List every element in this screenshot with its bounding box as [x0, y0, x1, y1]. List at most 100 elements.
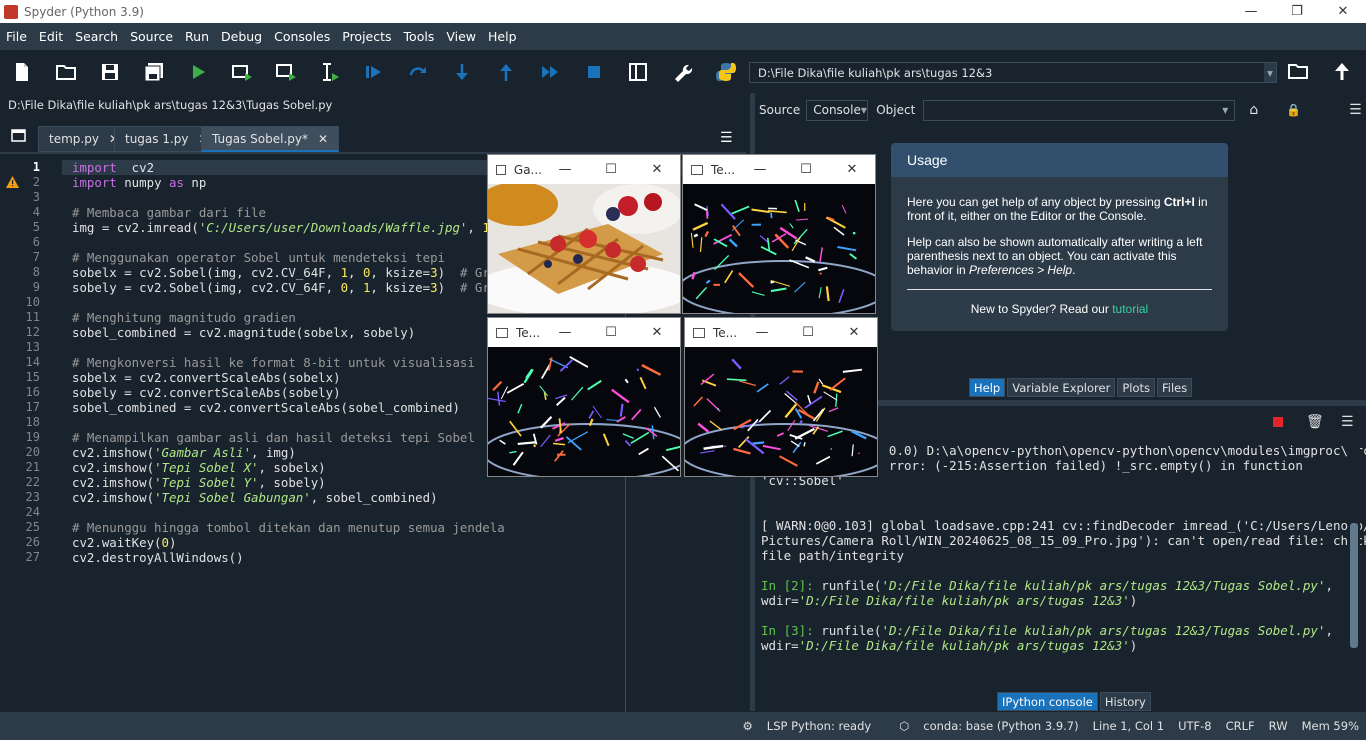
run-cell-button[interactable]	[220, 55, 264, 89]
menu-projects[interactable]: Projects	[336, 29, 397, 44]
console-token: In [2]:	[761, 578, 822, 593]
code-token: ,	[467, 220, 483, 235]
maximize-pane-button[interactable]	[616, 55, 660, 89]
menu-source[interactable]: Source	[124, 29, 179, 44]
home-icon[interactable]: ⌂	[1249, 102, 1258, 118]
maximize-icon[interactable]: ☐	[785, 325, 831, 340]
preferences-button[interactable]	[660, 55, 704, 89]
continue-button[interactable]	[528, 55, 572, 89]
stop-debug-button[interactable]	[572, 55, 616, 89]
tab-plots[interactable]: Plots	[1117, 378, 1155, 397]
editor-tab-bar: temp.py✕ tugas 1.py✕ Tugas Sobel.py*✕ ☰	[0, 124, 746, 154]
cv-window-titlebar[interactable]: Te... — ☐ ✕	[685, 318, 877, 347]
minimize-icon[interactable]: —	[542, 162, 588, 177]
code-token: )	[437, 280, 460, 295]
editor-options-menu-icon[interactable]: ☰	[720, 130, 733, 146]
close-icon[interactable]: ✕	[634, 325, 680, 340]
scrollbar-thumb[interactable]	[1350, 523, 1358, 648]
conda-status[interactable]: conda: base (Python 3.9.7)	[916, 719, 1085, 733]
parent-directory-button[interactable]	[1331, 60, 1357, 86]
object-combo[interactable]: ▾	[923, 99, 1236, 121]
trash-icon[interactable]: 🗑	[1306, 414, 1324, 430]
tab-tugas-sobel-py[interactable]: Tugas Sobel.py* ✕	[201, 126, 340, 152]
code-token: , ksize=	[370, 265, 431, 280]
folder-icon	[1288, 64, 1308, 79]
code-line: cv2.destroyAllWindows()	[72, 550, 244, 565]
tab-variable-explorer[interactable]: Variable Explorer	[1007, 378, 1116, 397]
working-directory-combo[interactable]: D:\File Dika\file kuliah\pk ars\tugas 12…	[749, 62, 1277, 83]
object-label: Object	[876, 103, 916, 117]
code-line: cv2.imshow('Tepi Sobel X', sobelx)	[72, 460, 326, 475]
save-all-icon	[144, 63, 163, 82]
menu-view[interactable]: View	[440, 29, 482, 44]
tab-files[interactable]: Files	[1157, 378, 1193, 397]
minimize-button[interactable]: —	[1228, 0, 1274, 23]
menu-help[interactable]: Help	[482, 29, 523, 44]
close-button[interactable]: ✕	[1320, 0, 1366, 23]
browse-tabs-button[interactable]	[10, 128, 28, 144]
debug-button[interactable]	[352, 55, 396, 89]
open-file-button[interactable]	[44, 55, 88, 89]
maximize-icon[interactable]: ☐	[588, 162, 634, 177]
code-token: # Menampilkan gambar asli dan hasil dete…	[72, 430, 475, 445]
browse-directory-button[interactable]	[1287, 60, 1313, 86]
help-pane-tabs: Help Variable Explorer Plots Files	[969, 378, 1193, 397]
debug-next-button[interactable]	[396, 55, 440, 89]
step-into-button[interactable]	[440, 55, 484, 89]
close-icon[interactable]: ✕	[318, 132, 328, 146]
cv-window-sobel-combined[interactable]: Te... — ☐ ✕	[684, 317, 878, 477]
code-token: cv2.imshow(	[72, 475, 155, 490]
code-token: sobely = cv2.Sobel(img, cv2.CV_64F,	[72, 280, 341, 295]
tab-history[interactable]: History	[1099, 692, 1151, 711]
lsp-status[interactable]: LSP Python: ready	[760, 719, 878, 733]
line-number: 1	[32, 160, 40, 174]
code-line: import cv2	[72, 160, 154, 175]
code-token: )	[437, 265, 460, 280]
maximize-icon[interactable]: ☐	[783, 162, 829, 177]
pythonpath-button[interactable]	[704, 55, 748, 89]
close-icon[interactable]: ✕	[634, 162, 680, 177]
console-token: )	[1129, 593, 1138, 608]
maximize-icon[interactable]: ☐	[588, 325, 634, 340]
console-scrollbar[interactable]	[1348, 443, 1360, 689]
menu-file[interactable]: File	[0, 29, 33, 44]
source-combo[interactable]: Console ▾	[806, 99, 869, 121]
restore-button[interactable]: ❐	[1274, 0, 1320, 23]
close-icon[interactable]: ✕	[829, 162, 875, 177]
new-file-button[interactable]	[0, 55, 44, 89]
tutorial-link[interactable]: tutorial	[1112, 302, 1148, 316]
menu-consoles[interactable]: Consoles	[268, 29, 336, 44]
console-options-menu-icon[interactable]: ☰	[1341, 414, 1354, 430]
minimize-icon[interactable]: —	[542, 325, 588, 340]
cv-window-title: Te...	[713, 325, 738, 340]
minimize-icon[interactable]: —	[739, 325, 785, 340]
cv-window-original[interactable]: Ga... — ☐ ✕	[487, 154, 681, 314]
cv-window-sobel-x[interactable]: Te... — ☐ ✕	[682, 154, 876, 314]
run-selection-button[interactable]	[308, 55, 352, 89]
run-cell-advance-button[interactable]	[264, 55, 308, 89]
close-icon[interactable]: ✕	[831, 325, 877, 340]
cv-window-sobel-y[interactable]: Te... — ☐ ✕	[487, 317, 681, 477]
cv-window-titlebar[interactable]: Te... — ☐ ✕	[488, 318, 680, 347]
save-all-button[interactable]	[132, 55, 176, 89]
menu-debug[interactable]: Debug	[215, 29, 268, 44]
menu-edit[interactable]: Edit	[33, 29, 69, 44]
stop-kernel-icon[interactable]	[1273, 417, 1283, 427]
ipython-console-output[interactable]: 0.0) D:\a\opencv-python\opencv-python\op…	[755, 443, 1366, 689]
step-return-button[interactable]	[484, 55, 528, 89]
window-icon	[691, 164, 703, 175]
edge-artwork	[488, 347, 680, 476]
cv-window-titlebar[interactable]: Ga... — ☐ ✕	[488, 155, 680, 184]
cv-window-titlebar[interactable]: Te... — ☐ ✕	[683, 155, 875, 184]
lock-icon[interactable]: 🔒	[1286, 103, 1301, 117]
tab-ipython-console[interactable]: IPython console	[997, 692, 1098, 711]
save-button[interactable]	[88, 55, 132, 89]
menu-tools[interactable]: Tools	[398, 29, 441, 44]
minimize-icon[interactable]: —	[737, 162, 783, 177]
run-button[interactable]	[176, 55, 220, 89]
tab-help[interactable]: Help	[969, 378, 1006, 397]
chevron-down-icon[interactable]: ▾	[1264, 63, 1276, 82]
menu-run[interactable]: Run	[179, 29, 215, 44]
menu-search[interactable]: Search	[69, 29, 124, 44]
help-options-menu-icon[interactable]: ☰	[1349, 102, 1362, 118]
